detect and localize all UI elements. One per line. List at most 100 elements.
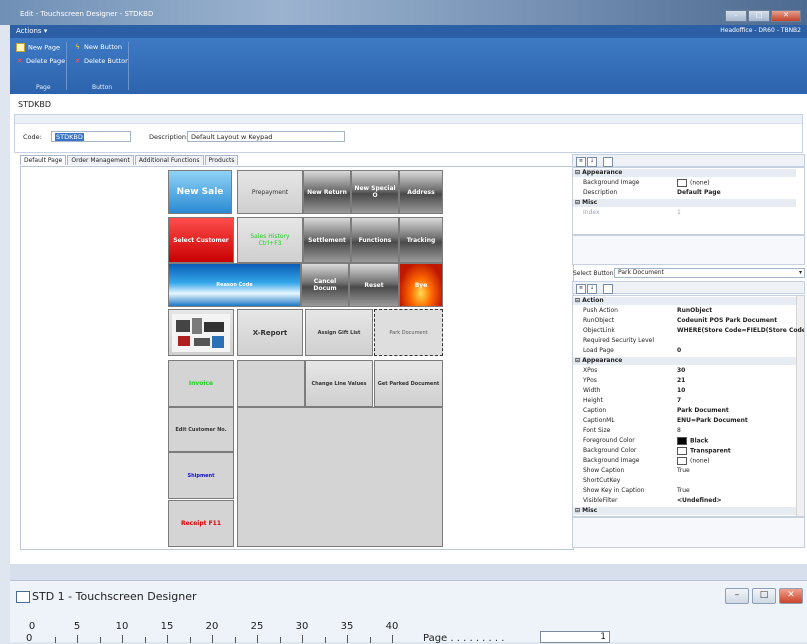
key-address[interactable]: Address [399,170,443,214]
categorized-icon[interactable]: ≡ [576,157,586,167]
std-minimize-button[interactable]: – [725,588,749,604]
key-select-customer[interactable]: Select Customer [168,217,234,263]
property-value[interactable]: RunObject [677,307,712,314]
property-value[interactable]: ENU=Park Document [677,417,748,424]
minimize-button[interactable]: – [725,10,747,22]
key-bye[interactable]: Bye [399,263,443,307]
key-park-document-selected[interactable]: Park Document [374,309,443,356]
property-row[interactable]: CaptionML ENU=Park Document [573,417,796,425]
tab-additional-functions[interactable]: Additional Functions [134,155,204,165]
property-value[interactable]: 7 [677,397,681,404]
property-category[interactable]: ⊟ Appearance [573,357,796,365]
property-row[interactable]: VisibleFilter <Undefined> [573,497,796,505]
property-value[interactable]: 0 [677,347,681,354]
key-tracking[interactable]: Tracking [399,217,443,263]
select-button-dropdown[interactable]: Park Document ▾ [614,268,805,278]
property-value[interactable]: <Undefined> [677,497,722,504]
property-value[interactable]: Black [677,437,708,445]
property-value[interactable]: 10 [677,387,685,394]
property-row[interactable]: Font Size 8 [573,427,796,435]
key-new-special-order[interactable]: New Special O [351,170,399,214]
property-value[interactable]: (none) [677,457,710,465]
delete-page-button[interactable]: ✕ Delete Page [16,57,66,65]
property-value[interactable]: Codeunit POS Park Document [677,317,777,324]
property-row[interactable]: Foreground Color Black [573,437,796,445]
property-value[interactable]: Park Document [677,407,729,414]
property-row[interactable]: Show Caption True [573,467,796,475]
key-label: Prepayment [251,188,289,196]
key-cancel-document[interactable]: Cancel Docum [301,263,349,307]
actions-menu[interactable]: Actions ▾ [16,27,47,35]
property-row[interactable]: Background Color Transparent [573,447,796,455]
property-pages-icon[interactable] [603,157,613,167]
property-value[interactable]: (none) [677,179,710,187]
tab-default-page[interactable]: Default Page [20,155,67,165]
property-category[interactable]: ⊟ Appearance [573,169,796,177]
property-value[interactable]: Transparent [677,447,731,455]
key-new-sale[interactable]: New Sale [168,170,232,214]
key-functions[interactable]: Functions [351,217,399,263]
key-large-area[interactable] [237,407,443,547]
new-page-button[interactable]: New Page [16,43,60,52]
key-product-image[interactable] [168,309,234,356]
categorized-icon[interactable]: ≡ [576,284,586,294]
property-value[interactable]: True [677,487,690,494]
new-button-button[interactable]: ϟ New Button [74,43,122,51]
property-value[interactable]: True [677,467,690,474]
code-field[interactable]: STDKBD [51,131,131,142]
key-settlement[interactable]: Settlement [303,217,351,263]
key-edit-customer-no[interactable]: Edit Customer No. [168,407,234,452]
property-row[interactable]: Show Key in Caption True [573,487,796,495]
alphabetical-icon[interactable]: ↓ [587,157,597,167]
property-value[interactable]: 30 [677,367,685,374]
property-pages-icon[interactable] [603,284,613,294]
key-new-return[interactable]: New Return [303,170,351,214]
key-reason-code[interactable]: Reason Code [168,263,301,307]
description-field[interactable]: Default Layout w Keypad [187,131,345,142]
property-row[interactable]: YPos 21 [573,377,796,385]
alphabetical-icon[interactable]: ↓ [587,284,597,294]
property-category[interactable]: ⊟ Action [573,297,796,305]
key-reset[interactable]: Reset [349,263,399,307]
property-category[interactable]: ⊟ Misc [573,507,796,515]
page-field[interactable]: 1 [540,631,610,643]
delete-button-button[interactable]: ✕ Delete Button [74,57,130,65]
key-invoice[interactable]: Invoice [168,360,234,407]
property-row[interactable]: Background Image (none) [573,179,796,187]
property-value[interactable]: WHERE(Store Code=FIELD(Store Code),N [677,327,804,334]
property-value[interactable]: Default Page [677,189,721,196]
property-row[interactable]: ObjectLink WHERE(Store Code=FIELD(Store C… [573,327,804,335]
std-maximize-button[interactable]: □ [752,588,776,604]
property-row[interactable]: RunObject Codeunit POS Park Document [573,317,796,325]
key-x-report[interactable]: X-Report [237,309,303,356]
key-receipt[interactable]: Receipt F11 [168,500,234,547]
property-row[interactable]: Description Default Page [573,189,796,197]
property-value[interactable]: 21 [677,377,685,384]
key-get-parked-document[interactable]: Get Parked Document [374,360,443,407]
key-prepayment[interactable]: Prepayment [237,170,303,214]
property-row[interactable]: Caption Park Document [573,407,796,415]
tab-products[interactable]: Products [204,155,239,165]
property-row[interactable]: Width 10 [573,387,796,395]
key-shipment[interactable]: Shipment [168,452,234,499]
collapse-strip[interactable] [15,115,802,124]
property-category[interactable]: ⊟ Misc [573,199,796,207]
property-row[interactable]: XPos 30 [573,367,796,375]
close-button[interactable]: ✕ [771,10,801,22]
tab-order-management[interactable]: Order Management [67,155,134,165]
maximize-button[interactable]: □ [748,10,770,22]
key-sales-history[interactable]: Sales History Ctrl+F3 [237,217,303,263]
key-change-line-values[interactable]: Change Line Values [305,360,373,407]
property-row[interactable]: ShortCutKey [573,477,796,485]
property-row[interactable]: Background Image (none) [573,457,796,465]
property-row[interactable]: Load Page 0 [573,347,796,355]
key-empty[interactable] [237,360,305,407]
key-assign-gift-list[interactable]: Assign Gift List [305,309,373,356]
property-row[interactable]: Index 1 [573,209,796,217]
std-close-button[interactable]: ✕ [779,588,803,604]
property-row[interactable]: Height 7 [573,397,796,405]
property-value[interactable]: 8 [677,427,681,434]
property-row[interactable]: Push Action RunObject [573,307,796,315]
property-row[interactable]: Required Security Level [573,337,796,345]
property-value[interactable]: 1 [677,209,681,216]
